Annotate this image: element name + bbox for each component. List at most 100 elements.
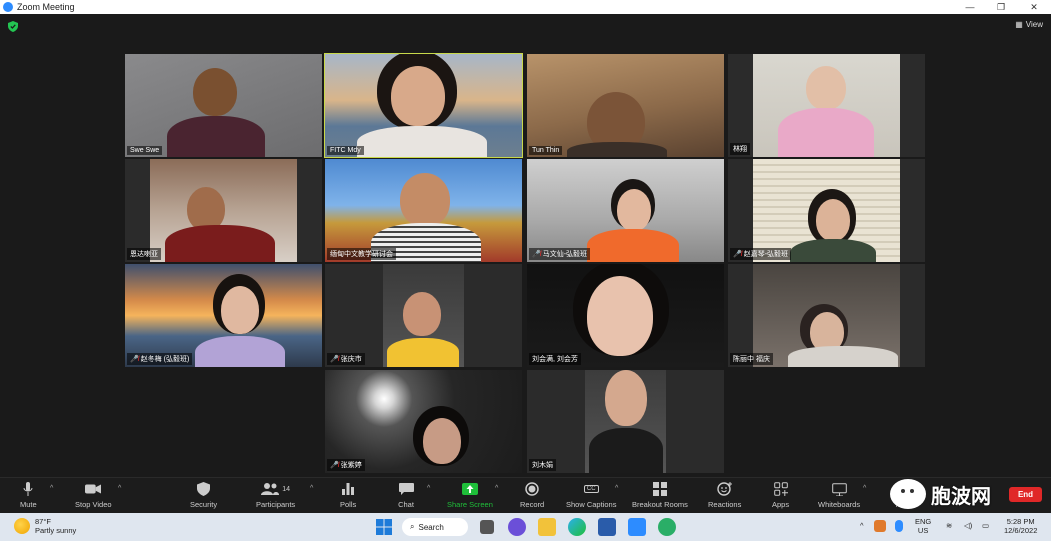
windows-taskbar: 87°F Partly sunny ⌕ Search ^ ENG US ≋ ◁)…: [0, 513, 1051, 541]
polls-button[interactable]: Polls: [340, 481, 356, 509]
participant-name: Tun Thin: [529, 146, 563, 155]
participants-button[interactable]: 14 Participants: [256, 481, 295, 509]
language-indicator[interactable]: ENG US: [915, 517, 931, 535]
mute-options-caret[interactable]: ^: [50, 485, 53, 492]
participant-name: 刘会满, 刘会芳: [529, 353, 581, 365]
captions-options-caret[interactable]: ^: [615, 485, 618, 492]
chat-bubble-icon: [398, 481, 414, 497]
view-button-label: View: [1025, 20, 1043, 29]
participants-options-caret[interactable]: ^: [310, 485, 313, 492]
window-title: Zoom Meeting: [17, 2, 75, 12]
video-tile[interactable]: 恩达喇亚: [125, 159, 322, 262]
video-tile[interactable]: 🎤̸ 赵冬梅 (弘毅班): [125, 264, 322, 367]
windows-start-icon[interactable]: [375, 518, 393, 536]
restore-icon[interactable]: ❐: [986, 0, 1016, 14]
whiteboards-options-caret[interactable]: ^: [863, 485, 866, 492]
microphone-tray-icon[interactable]: [895, 520, 903, 532]
watermark-text: 胞波网: [931, 483, 991, 508]
video-tile[interactable]: 缅甸中文教学研讨会: [325, 159, 522, 262]
apps-button[interactable]: Apps: [772, 481, 789, 509]
video-tile[interactable]: 🎤̸ 张庆市: [325, 264, 522, 367]
share-screen-button[interactable]: Share Screen: [447, 481, 493, 509]
participant-name: 🎤̸ 张庆市: [327, 353, 365, 365]
video-tile[interactable]: 林翔: [728, 54, 925, 157]
participant-name: 恩达喇亚: [127, 248, 161, 260]
chat-button[interactable]: Chat: [398, 481, 414, 509]
system-clock[interactable]: 5:28 PM 12/6/2022: [1004, 517, 1037, 535]
file-explorer-icon[interactable]: [538, 518, 556, 536]
weather-description: Partly sunny: [35, 526, 77, 535]
wifi-icon[interactable]: ≋: [946, 521, 952, 530]
video-tile[interactable]: Tun Thin: [527, 54, 724, 157]
shield-icon: [196, 481, 212, 497]
video-options-caret[interactable]: ^: [118, 485, 121, 492]
task-view-icon[interactable]: [480, 520, 494, 534]
video-gallery: ▦ View Swe Swe FITC Mdy Tun Thin 林翔 恩达喇亚: [0, 14, 1051, 477]
apps-icon: [773, 481, 789, 497]
share-options-caret[interactable]: ^: [495, 485, 498, 492]
zoom-app-icon[interactable]: [628, 518, 646, 536]
muted-mic-icon: 🎤̸: [330, 462, 339, 469]
share-screen-icon: [461, 481, 478, 497]
end-meeting-button[interactable]: End: [1009, 487, 1042, 502]
temperature: 87°F: [35, 517, 51, 526]
participant-name: 🎤̸ 赵嘉琴-弘毅班: [730, 248, 792, 260]
microphone-icon: [20, 481, 36, 497]
muted-mic-icon: 🎤̸: [532, 251, 541, 258]
video-camera-icon: [85, 481, 102, 497]
search-icon: ⌕: [410, 522, 415, 531]
encryption-shield-icon[interactable]: [8, 21, 18, 32]
smiley-plus-icon: [716, 481, 733, 497]
taskbar-search[interactable]: ⌕ Search: [402, 518, 468, 536]
grid-icon: ▦: [1015, 20, 1023, 29]
show-hidden-icons-chevron[interactable]: ^: [860, 521, 864, 530]
participant-name: 林翔: [730, 143, 750, 155]
captions-icon: CC: [583, 481, 599, 497]
record-button[interactable]: Record: [520, 481, 544, 509]
security-button[interactable]: Security: [190, 481, 217, 509]
participant-name: 缅甸中文教学研讨会: [327, 248, 396, 260]
whiteboard-icon: [831, 481, 847, 497]
teams-chat-icon[interactable]: [508, 518, 526, 536]
video-tile[interactable]: 刘会满, 刘会芳: [527, 264, 724, 367]
minimize-icon[interactable]: —: [955, 0, 985, 14]
participant-name: 🎤̸ 马文仙-弘毅班: [529, 248, 591, 260]
tray-app-icon[interactable]: [874, 520, 886, 532]
view-button[interactable]: ▦ View: [1015, 20, 1043, 29]
mute-button[interactable]: Mute: [20, 481, 37, 509]
participants-count: 14: [282, 485, 290, 493]
whiteboards-button[interactable]: Whiteboards: [818, 481, 860, 509]
record-icon: [524, 481, 540, 497]
close-icon[interactable]: ✕: [1019, 0, 1049, 14]
video-tile[interactable]: Swe Swe: [125, 54, 322, 157]
participant-name: Swe Swe: [127, 146, 163, 155]
watermark-logo: 胞波网: [890, 479, 991, 509]
participant-name: 🎤̸ 张紫婷: [327, 459, 365, 471]
word-icon[interactable]: [598, 518, 616, 536]
video-tile[interactable]: 刘木娟: [527, 370, 724, 473]
video-tile[interactable]: 🎤̸ 赵嘉琴-弘毅班: [728, 159, 925, 262]
partly-sunny-icon: [14, 518, 30, 534]
video-tile[interactable]: 陈丽中 福庆: [728, 264, 925, 367]
show-captions-button[interactable]: CC Show Captions: [566, 481, 616, 509]
video-tile[interactable]: 🎤̸ 马文仙-弘毅班: [527, 159, 724, 262]
speaker-icon[interactable]: ◁): [964, 521, 972, 530]
edge-browser-icon[interactable]: [568, 518, 586, 536]
participant-name: 陈丽中 福庆: [730, 353, 773, 365]
participants-icon: 14: [259, 481, 293, 497]
participant-name: 刘木娟: [529, 459, 556, 471]
window-titlebar: Zoom Meeting — ❐ ✕: [0, 0, 1051, 14]
battery-icon[interactable]: ▭: [982, 521, 989, 530]
weather-widget[interactable]: 87°F Partly sunny: [14, 517, 76, 535]
stop-video-button[interactable]: Stop Video: [75, 481, 112, 509]
muted-mic-icon: 🎤̸: [330, 356, 339, 363]
zoom-logo-icon: [3, 2, 13, 12]
bar-chart-icon: [340, 481, 356, 497]
breakout-rooms-button[interactable]: Breakout Rooms: [632, 481, 688, 509]
reactions-button[interactable]: Reactions: [708, 481, 741, 509]
video-tile-active-speaker[interactable]: FITC Mdy: [324, 53, 523, 158]
video-tile[interactable]: 🎤̸ 张紫婷: [325, 370, 522, 473]
breakout-rooms-icon: [652, 481, 668, 497]
wechat-app-icon[interactable]: [658, 518, 676, 536]
chat-options-caret[interactable]: ^: [427, 485, 430, 492]
